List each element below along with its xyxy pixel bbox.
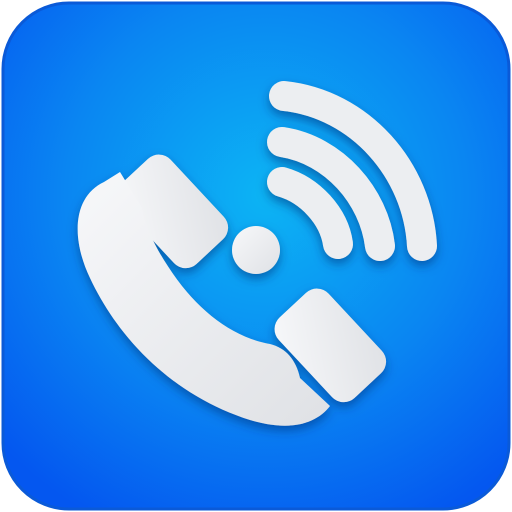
phone-app-icon[interactable] <box>0 0 512 512</box>
signal-dot <box>232 226 280 274</box>
app-icon-canvas <box>0 0 512 512</box>
